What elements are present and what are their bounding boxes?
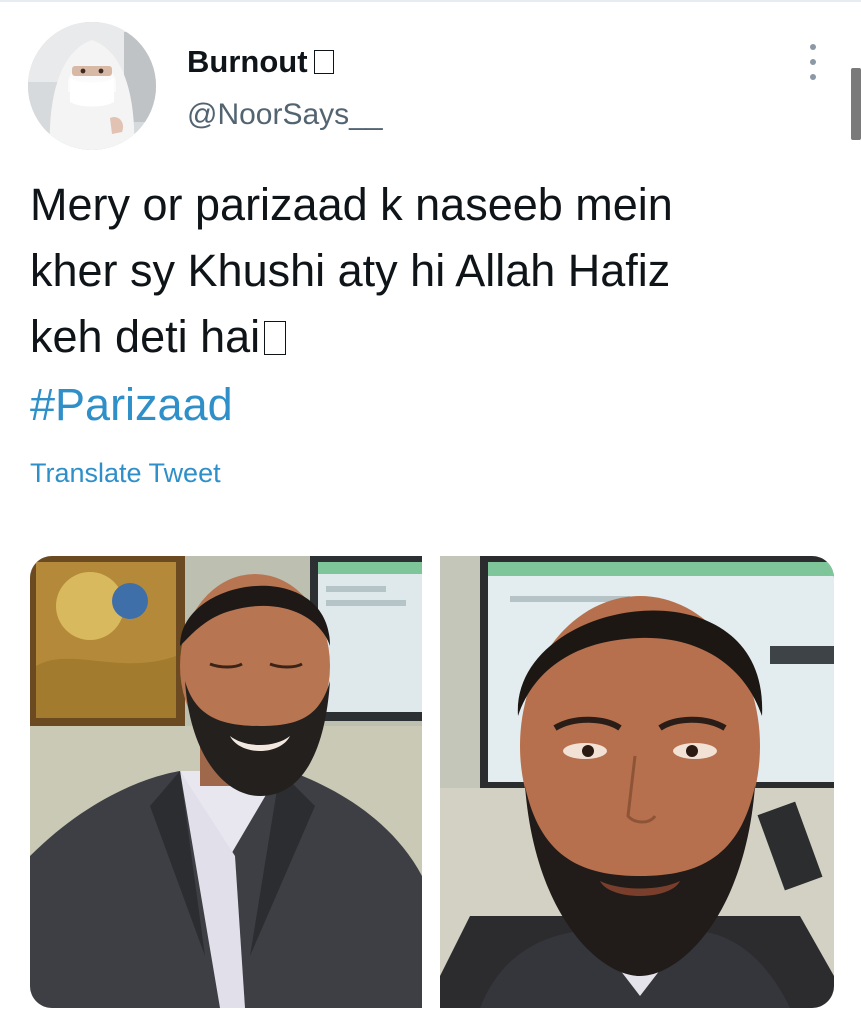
- media-image-smiling-man: [30, 556, 422, 1008]
- emoji-glyph: [313, 50, 334, 74]
- more-dot: [810, 44, 816, 50]
- tweet-text-line: keh deti hai: [30, 304, 830, 370]
- author-handle[interactable]: @NoorSays__: [187, 98, 383, 132]
- more-vertical-icon[interactable]: [804, 44, 822, 80]
- tweet-text: Mery or parizaad k naseeb mein kher sy K…: [30, 172, 830, 370]
- tweet-media-1[interactable]: [30, 556, 422, 1008]
- emoji-glyph: [264, 321, 287, 355]
- tweet-text-line-content: keh deti hai: [30, 311, 261, 362]
- tweet-media-2[interactable]: [440, 556, 834, 1008]
- media-image-serious-man: [440, 556, 834, 1008]
- scrollbar-thumb[interactable]: [851, 68, 861, 140]
- more-dot: [810, 59, 816, 65]
- translate-tweet-link[interactable]: Translate Tweet: [30, 458, 221, 489]
- more-dot: [810, 74, 816, 80]
- avatar[interactable]: [28, 22, 156, 150]
- tweet-view: Burnout @NoorSays__ Mery or parizaad k n…: [0, 0, 861, 1024]
- top-divider: [0, 0, 861, 2]
- display-name-text: Burnout: [187, 44, 308, 79]
- avatar-image: [28, 22, 156, 150]
- author-display-name[interactable]: Burnout: [187, 44, 334, 80]
- tweet-text-line: kher sy Khushi aty hi Allah Hafiz: [30, 245, 671, 296]
- hashtag-link[interactable]: #Parizaad: [30, 372, 233, 438]
- tweet-text-line: Mery or parizaad k naseeb mein: [30, 179, 673, 230]
